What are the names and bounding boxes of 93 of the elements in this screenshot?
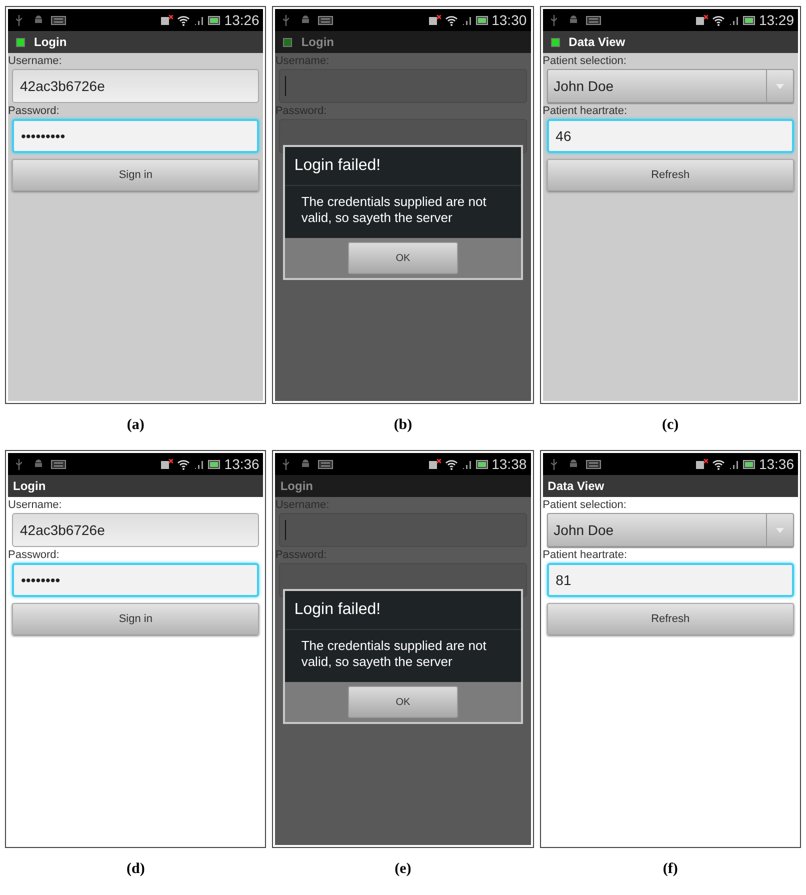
- status-time: 13:29: [758, 10, 794, 30]
- field-label: Patient selection:: [542, 498, 628, 513]
- keyboard-icon: [586, 460, 601, 468]
- android-icon: [301, 15, 310, 25]
- field-label: Password:: [8, 548, 60, 563]
- wifi-icon: [712, 458, 725, 470]
- signal-icon: [194, 15, 204, 25]
- caret-icon: [776, 528, 784, 532]
- signal-icon: [194, 459, 204, 469]
- window-title: Login: [301, 34, 334, 51]
- usb-icon: [550, 458, 557, 470]
- keyboard-icon: [586, 16, 601, 24]
- field-label: Patient heartrate:: [542, 104, 628, 119]
- input-field[interactable]: 46: [546, 119, 794, 153]
- figure-caption: (f): [662, 860, 678, 879]
- battery-icon: [476, 460, 488, 468]
- input-field[interactable]: 42ac3b6726e: [12, 69, 260, 103]
- battery-icon: [742, 460, 755, 468]
- status-time: 13:36: [224, 454, 260, 474]
- app-icon: [550, 38, 560, 46]
- input-field[interactable]: •••••••••: [12, 119, 260, 153]
- signal-icon: [728, 459, 739, 469]
- dialog-message: The credentials supplied are not valid, so sayeth the server: [300, 193, 488, 227]
- field-label: Password:: [8, 104, 60, 119]
- window-title: Login: [13, 478, 46, 495]
- field-label: Patient selection:: [542, 54, 628, 69]
- input-field[interactable]: [279, 69, 527, 103]
- field-label: Username:: [8, 498, 63, 513]
- status-time: 13:26: [224, 10, 260, 30]
- battery-icon: [742, 16, 755, 24]
- dialog-title: Login failed!: [285, 591, 521, 630]
- input-field[interactable]: [279, 513, 527, 547]
- window-title: Data View: [568, 34, 626, 51]
- signal-icon: [462, 459, 472, 469]
- sim-error-icon: [696, 459, 708, 469]
- dialog-message: The credentials supplied are not valid, so sayeth the server: [300, 637, 488, 671]
- usb-icon: [283, 458, 290, 470]
- keyboard-icon: [318, 460, 334, 468]
- usb-icon: [16, 14, 22, 26]
- wifi-icon: [177, 458, 190, 470]
- window-title: Login: [280, 478, 313, 495]
- ok-button[interactable]: OK: [348, 242, 458, 274]
- battery-icon: [476, 16, 488, 24]
- field-label: Patient heartrate:: [542, 548, 628, 563]
- sim-error-icon: [161, 459, 174, 469]
- window-title: Data View: [548, 478, 604, 495]
- status-time: 13:36: [758, 454, 794, 474]
- figure-caption: (a): [126, 416, 144, 435]
- android-icon: [301, 459, 310, 469]
- sim-error-icon: [696, 15, 708, 25]
- sim-error-icon: [428, 15, 441, 25]
- app-icon: [16, 38, 25, 46]
- action-button[interactable]: Sign in: [12, 159, 260, 191]
- input-field[interactable]: 42ac3b6726e: [12, 513, 260, 547]
- input-field[interactable]: ••••••••: [12, 563, 260, 597]
- usb-icon: [16, 458, 22, 470]
- usb-icon: [283, 14, 290, 26]
- wifi-icon: [177, 14, 190, 26]
- dropdown[interactable]: John Doe: [546, 513, 794, 547]
- action-button[interactable]: Refresh: [546, 603, 794, 635]
- app-icon: [283, 38, 292, 46]
- window-title: Login: [34, 34, 67, 51]
- action-button[interactable]: Refresh: [546, 159, 794, 191]
- android-icon: [568, 459, 578, 469]
- dropdown[interactable]: John Doe: [546, 69, 794, 103]
- ok-button[interactable]: OK: [348, 686, 458, 718]
- keyboard-icon: [51, 16, 66, 24]
- android-icon: [568, 15, 578, 25]
- wifi-icon: [712, 14, 725, 26]
- battery-icon: [208, 16, 220, 24]
- field-label: Username:: [8, 54, 63, 69]
- android-icon: [34, 459, 43, 469]
- status-time: 13:30: [492, 10, 527, 30]
- figure-caption: (b): [394, 416, 412, 435]
- signal-icon: [728, 15, 739, 25]
- status-time: 13:38: [492, 454, 527, 474]
- caret-icon: [776, 84, 784, 88]
- wifi-icon: [444, 458, 458, 470]
- android-icon: [34, 15, 43, 25]
- keyboard-icon: [51, 460, 66, 468]
- battery-icon: [208, 460, 220, 468]
- action-button[interactable]: Sign in: [12, 603, 260, 635]
- figure-caption: (d): [126, 860, 145, 879]
- figure-caption: (c): [662, 416, 679, 435]
- input-field[interactable]: 81: [546, 563, 794, 597]
- usb-icon: [550, 14, 557, 26]
- figure-caption: (e): [394, 860, 412, 879]
- wifi-icon: [444, 14, 458, 26]
- dialog-title: Login failed!: [285, 147, 521, 186]
- keyboard-icon: [318, 16, 334, 24]
- sim-error-icon: [161, 15, 174, 25]
- sim-error-icon: [428, 459, 441, 469]
- signal-icon: [462, 15, 472, 25]
